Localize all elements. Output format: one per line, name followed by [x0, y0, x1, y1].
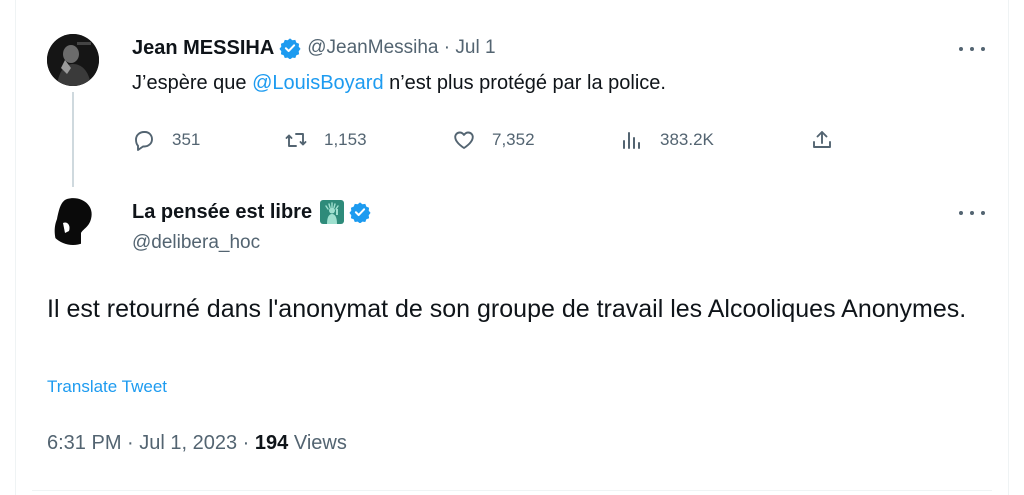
verified-badge-icon — [279, 37, 301, 60]
reply-author-handle[interactable]: @delibera_hoc — [132, 232, 260, 254]
author-handle[interactable]: @JeanMessiha — [307, 37, 438, 59]
reply-author-name[interactable]: La pensée est libre — [132, 201, 312, 224]
reply-count: 351 — [172, 130, 201, 149]
translate-tweet-link[interactable]: Translate Tweet — [47, 377, 167, 397]
text-after-mention: n’est plus protégé par la police. — [383, 72, 666, 94]
share-upload-icon — [813, 131, 831, 148]
like-button[interactable]: 7,352 — [452, 124, 535, 156]
views-count: 194 — [254, 432, 289, 454]
share-button[interactable] — [810, 124, 834, 156]
views-button[interactable]: 383.2K — [620, 124, 714, 156]
view-count: 383.2K — [660, 130, 714, 149]
text-before-mention: J’espère que — [132, 72, 253, 94]
views-label: Views — [293, 432, 347, 454]
reply-tweet-header: La pensée est libre — [132, 198, 377, 226]
views-bar-chart-icon — [623, 132, 640, 149]
thread-connector-line — [72, 92, 74, 187]
reply-bubble-icon — [135, 131, 153, 151]
reply-button[interactable]: 351 — [132, 124, 200, 156]
avatar-jean-messiha[interactable] — [47, 34, 99, 86]
retweet-button[interactable]: 1,153 — [284, 124, 367, 156]
meta-separator: · — [121, 432, 140, 454]
retweet-count: 1,153 — [324, 130, 367, 149]
more-options-icon[interactable] — [959, 44, 985, 54]
mention-link[interactable]: @LouisBoyard — [252, 72, 383, 94]
meta-separator: · — [237, 432, 255, 454]
author-name[interactable]: Jean MESSIHA — [132, 37, 274, 60]
tweet-full-date[interactable]: Jul 1, 2023 — [139, 432, 237, 454]
tweet-timestamp-line: 6:31 PM · Jul 1, 2023 · 194 Views — [47, 432, 347, 455]
verified-badge-icon — [349, 201, 371, 224]
parent-tweet-header: Jean MESSIHA @JeanMessiha · Jul 1 — [132, 35, 496, 61]
bottom-divider — [32, 490, 992, 491]
parent-tweet-text: J’espère que @LouisBoyard n’est plus pro… — [132, 72, 666, 95]
reply-tweet-text: Il est retourné dans l'anonymat de son g… — [47, 295, 967, 323]
header-separator: · — [438, 37, 456, 58]
tweet-date[interactable]: Jul 1 — [455, 37, 495, 59]
more-options-icon[interactable] — [959, 208, 985, 218]
statue-of-liberty-emoji — [320, 200, 345, 224]
avatar-la-pensee-est-libre[interactable] — [47, 193, 99, 245]
tweet-time[interactable]: 6:31 PM — [47, 432, 121, 454]
retweet-icon — [285, 133, 307, 147]
heart-icon — [454, 131, 474, 149]
like-count: 7,352 — [492, 130, 535, 149]
